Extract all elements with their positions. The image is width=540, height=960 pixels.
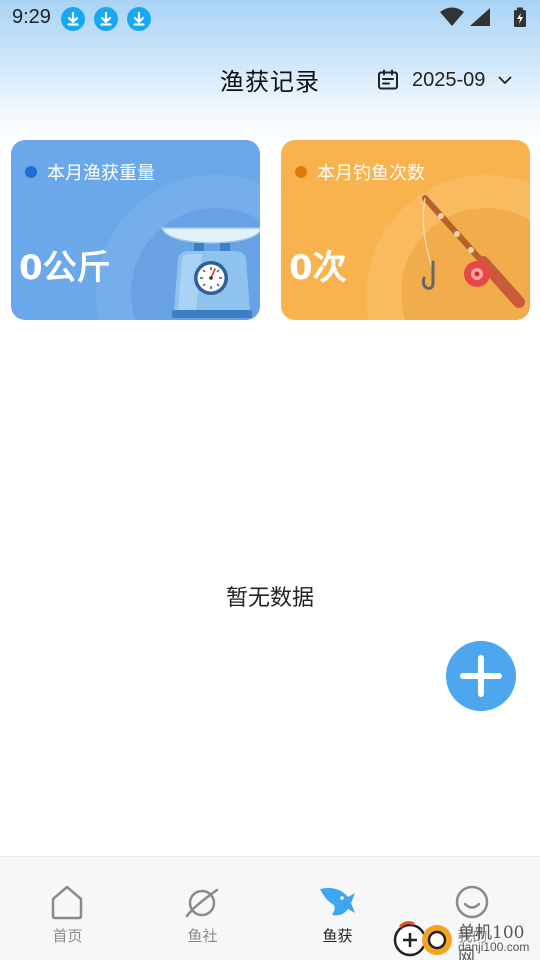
add-catch-button[interactable] [446, 641, 516, 711]
trips-value: 0次 [289, 248, 347, 288]
download-icon [127, 7, 151, 31]
empty-state-text: 暂无数据 [225, 586, 314, 611]
scale-image [160, 227, 260, 318]
status-bar: 9:29 [0, 0, 540, 36]
wifi-icon [440, 7, 464, 26]
planet-icon [185, 888, 219, 918]
tab-community-label: 鱼社 [187, 927, 218, 945]
watermark-url: danji100.com [458, 940, 530, 954]
tab-catches-label: 鱼获 [322, 927, 353, 945]
home-icon [51, 885, 83, 920]
status-time: 9:29 [12, 6, 51, 28]
system-status-icons [438, 6, 530, 28]
plus-icon [460, 655, 502, 697]
calendar-icon [378, 69, 398, 90]
tab-home[interactable]: 首页 [0, 857, 135, 960]
month-value: 2025-09 [412, 68, 486, 91]
signal-icon [470, 8, 490, 26]
chevron-down-icon [499, 76, 512, 84]
site-watermark: 单机100网 danji100.com [392, 916, 540, 960]
fishing-rod-image [421, 195, 525, 308]
monthly-trips-card: 本月钓鱼次数 0次 [281, 140, 530, 320]
battery-charging-icon [514, 7, 526, 27]
weight-value: 0公斤 [19, 248, 111, 288]
download-icon [94, 7, 118, 31]
download-icon [61, 7, 85, 31]
monthly-weight-card: 本月渔获重量 0公斤 [11, 140, 260, 320]
weight-label: 本月渔获重量 [25, 159, 155, 185]
watermark-logo [393, 921, 452, 957]
tab-home-label: 首页 [52, 927, 83, 945]
trips-label: 本月钓鱼次数 [295, 159, 425, 185]
bullet-dot [25, 166, 37, 178]
tab-community[interactable]: 鱼社 [135, 857, 270, 960]
tab-catches[interactable]: 鱼获 [270, 857, 405, 960]
weight-label-text: 本月渔获重量 [47, 163, 155, 184]
trips-label-text: 本月钓鱼次数 [317, 163, 425, 184]
bullet-dot [295, 166, 307, 178]
month-picker[interactable]: 2025-09 [376, 66, 513, 94]
fish-icon [320, 888, 355, 916]
